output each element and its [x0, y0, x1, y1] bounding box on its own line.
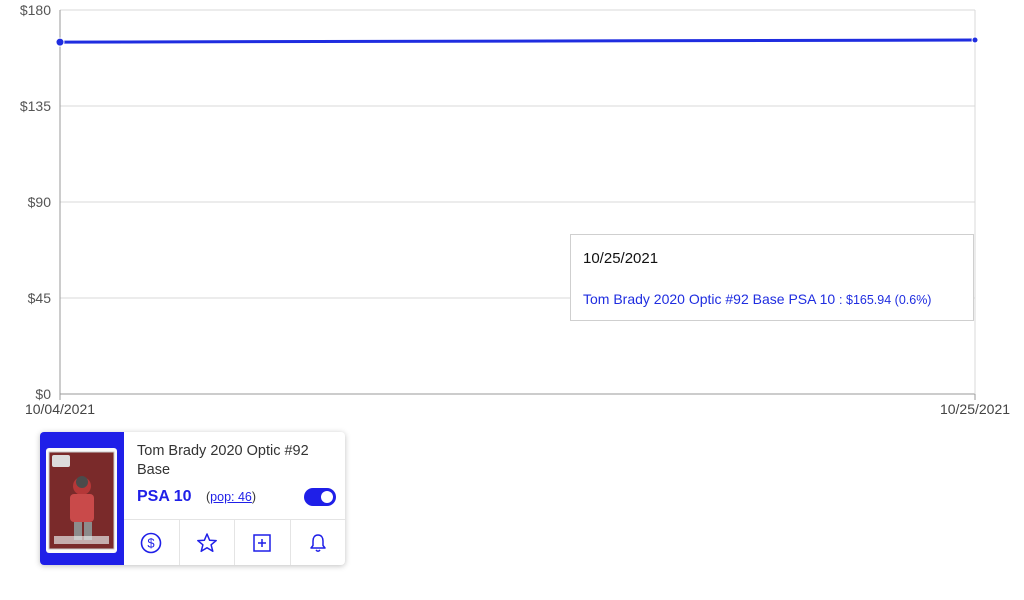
- card-title: Tom Brady 2020 Optic #92 Base: [137, 443, 309, 478]
- y-tick-label: $0: [35, 386, 51, 402]
- toggle-knob: [321, 491, 333, 503]
- y-axis-ticks: $180 $135 $90 $45 $0: [20, 2, 51, 402]
- pop-info: (pop: 46): [206, 490, 256, 504]
- data-point[interactable]: [55, 37, 65, 47]
- tooltip-value: : $165.94 (0.6%): [839, 293, 932, 307]
- x-axis-ticks: 10/04/2021 10/25/2021: [25, 394, 1010, 417]
- x-tick-label: 10/25/2021: [940, 401, 1010, 417]
- y-tick-label: $180: [20, 2, 51, 18]
- card-image-panel: [40, 432, 124, 565]
- tooltip-series-line: Tom Brady 2020 Optic #92 Base PSA 10 : $…: [583, 291, 931, 307]
- data-point[interactable]: [971, 36, 979, 44]
- tooltip-date: 10/25/2021: [583, 250, 659, 267]
- svg-text:$: $: [148, 536, 156, 551]
- chart-tooltip: 10/25/2021 Tom Brady 2020 Optic #92 Base…: [570, 234, 974, 321]
- add-to-collection-button[interactable]: [234, 520, 290, 565]
- card-actions: $: [124, 519, 345, 565]
- chart-grid: [59, 9, 976, 395]
- price-button[interactable]: $: [124, 520, 179, 565]
- series-line: [59, 38, 976, 44]
- y-tick-label: $45: [28, 290, 52, 306]
- x-tick-label: 10/04/2021: [25, 401, 95, 417]
- star-icon: [196, 533, 217, 553]
- bell-icon: [310, 534, 326, 552]
- chart-toggle[interactable]: [304, 488, 336, 506]
- plus-square-icon: [253, 534, 271, 552]
- pop-link[interactable]: pop: 46: [210, 490, 252, 504]
- chart-series: [55, 36, 979, 47]
- tooltip-series-label: Tom Brady 2020 Optic #92 Base PSA 10: [583, 291, 836, 307]
- card-thumbnail[interactable]: [46, 448, 117, 553]
- dollar-icon: $: [140, 532, 162, 554]
- favorite-button[interactable]: [178, 520, 235, 565]
- grade-label: PSA 10: [137, 488, 192, 505]
- card-summary[interactable]: Tom Brady 2020 Optic #92 Base PSA 10 (po…: [40, 432, 345, 565]
- y-tick-label: $135: [20, 98, 51, 114]
- price-chart: $180 $135 $90 $45 $0 10/04/2021 10/25/2021: [20, 2, 1010, 417]
- alert-button[interactable]: [289, 520, 346, 565]
- y-tick-label: $90: [28, 194, 52, 210]
- pop-close-paren: ): [251, 490, 257, 504]
